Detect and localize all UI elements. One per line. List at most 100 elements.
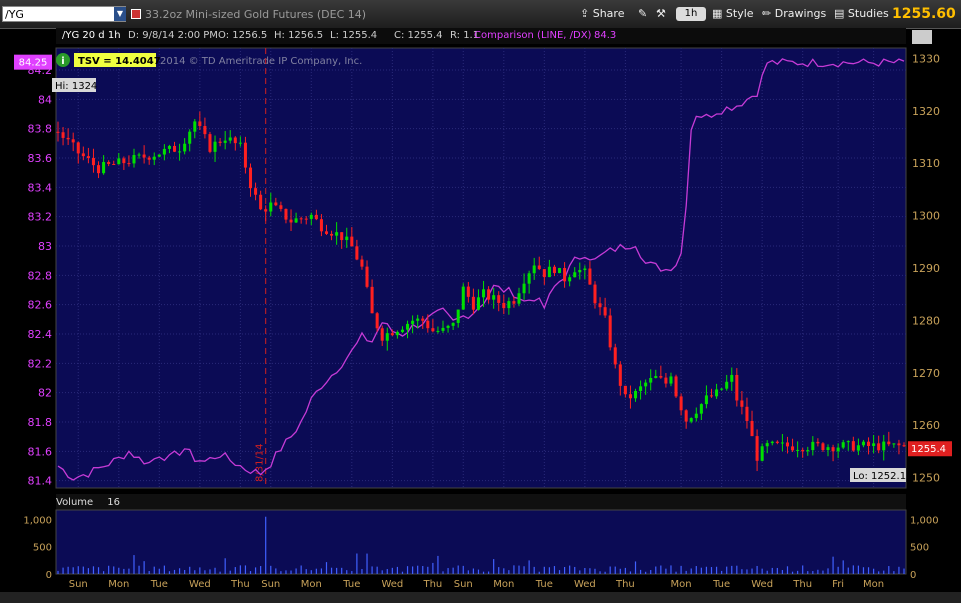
candle-body [669,376,673,384]
candle-body [314,214,318,220]
candle-body [689,418,693,422]
candle-body [487,289,491,300]
x-tick-label: Wed [189,579,211,590]
x-tick-label: Thu [615,579,635,590]
candle-body [527,273,531,284]
candle-body [720,388,724,390]
x-tick-label: Tue [150,579,168,590]
candle-body [867,441,871,446]
date-marker-label: 8/31/14 [255,443,266,482]
high-label: Hi: 1324 [55,81,97,92]
candle-body [340,232,344,241]
date-label: D: 9/8/14 2:00 PM [128,30,218,41]
candle-body [547,266,551,278]
symbol-input[interactable]: /YG [2,6,126,22]
candle-body [649,377,653,383]
candle-body [608,315,612,348]
candle-body [223,140,227,143]
candle-body [299,218,303,220]
candle-body [664,377,668,384]
candle-body [856,445,860,451]
candle-body [765,443,769,447]
x-tick-label: Mon [863,579,884,590]
candle-body [274,202,278,206]
period-label: /YG 20 d 1h [62,30,121,41]
candle-body [97,165,101,174]
candle-body [861,441,865,446]
settings-icon[interactable]: ✎ [638,5,647,23]
candle-body [841,442,845,448]
tsv-label: TSV = 14.4047 [78,56,161,67]
candle-body [704,395,708,405]
candle-body [254,188,258,195]
candle-body [492,295,496,300]
candle-body [238,142,242,144]
candle-body [882,441,886,451]
candle-body [659,376,663,378]
candle-body [573,272,577,278]
expand-icon[interactable] [912,30,932,44]
candle-body [152,156,156,160]
share-button[interactable]: ⇪ Share [580,5,624,23]
candle-body [598,303,602,308]
candle-body [411,320,415,324]
candle-body [421,318,425,321]
candle-body [132,155,136,164]
candle-body [563,268,567,282]
candle-body [335,232,339,236]
candle-body [248,167,253,189]
x-tick-label: Thu [792,579,812,590]
info-bar: /YG 20 d 1h D: 9/8/14 2:00 PM O: 1256.5 … [56,28,906,44]
x-tick-label: Wed [574,579,596,590]
interval-button[interactable]: 1h [676,7,706,21]
candle-body [142,154,146,158]
candle-body [628,394,632,399]
flag-icon[interactable] [131,9,141,19]
candle-body [198,121,202,127]
x-tick-label: Fri [832,579,844,590]
studies-icon: ▤ [834,7,845,20]
drawings-button[interactable]: ✏ Drawings [762,5,826,23]
candle-body [831,447,835,452]
right-axis-tick-label: 1290 [912,262,940,275]
watermark: 2014 © TD Ameritrade IP Company, Inc. [160,56,362,67]
candle-body [775,441,779,443]
candle-body [355,246,359,260]
high-label: H: 1256.5 [274,30,324,41]
candle-body [542,269,546,278]
candle-body [269,202,273,212]
candle-body [740,400,744,407]
candle-body [395,331,399,336]
volume-label: Volume [56,497,94,508]
candle-body [370,286,374,314]
candle-body [203,126,207,135]
right-axis-tick-label: 1300 [912,210,940,223]
candle-body [259,194,263,210]
share-icon: ⇪ [580,7,590,20]
candle-body [107,162,111,165]
candle-body [137,154,141,156]
drawings-label: Drawings [774,7,827,20]
x-tick-label: Mon [671,579,692,590]
candle-body [436,330,440,332]
left-axis-tick-label: 83.8 [28,123,53,136]
style-button[interactable]: ▦ Style [712,5,754,23]
studies-button[interactable]: ▤ Studies [834,5,889,23]
candle-body [406,323,410,330]
price-chart[interactable]: 81.4 81.6 81.8 82 82.2 82.4 82.6 82.8 83 83.2 83.4… [0,44,961,494]
right-axis-tick-label: 1250 [912,472,940,485]
candle-body [502,302,506,309]
volume-tick-label-left: 1,000 [23,515,52,526]
candle-body [56,131,60,133]
candle-body [785,442,790,447]
left-axis-tick-label: 82.6 [28,299,53,312]
wrench-icon[interactable]: ⚒ [656,5,666,23]
x-tick-label: Sun [261,579,280,590]
candle-body [345,236,349,241]
candle-body [466,286,470,297]
candle-body [279,205,283,209]
candle-body [183,143,187,152]
left-axis-tick-label: 82.4 [28,328,53,341]
symbol-dropdown-icon[interactable]: ▼ [114,7,126,21]
candle-body [81,153,85,157]
